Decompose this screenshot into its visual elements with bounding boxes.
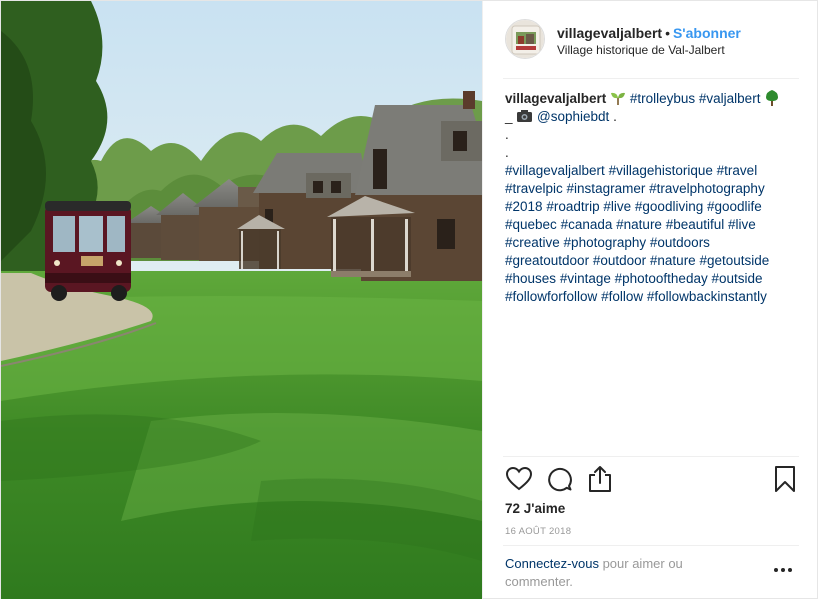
header-username[interactable]: villagevaljalbert: [557, 25, 662, 41]
hashtag[interactable]: #villagehistorique: [609, 163, 713, 178]
hashtag[interactable]: #live: [603, 199, 631, 214]
hashtag[interactable]: #photooftheday: [615, 271, 708, 286]
hashtag[interactable]: #trolleybus: [630, 91, 695, 106]
deciduous-tree-icon: [766, 90, 779, 106]
location-link[interactable]: Village historique de Val-Jalbert: [557, 43, 725, 57]
hashtag[interactable]: #live: [728, 217, 756, 232]
hashtag[interactable]: #quebec: [505, 217, 557, 232]
login-link[interactable]: Connectez-vous: [505, 556, 599, 571]
hashtag-list: #villagevaljalbert #villagehistorique #t…: [505, 163, 769, 304]
hashtag[interactable]: #canada: [561, 217, 613, 232]
hashtag[interactable]: #goodlife: [707, 199, 762, 214]
post-date: 16 AOÛT 2018: [505, 526, 572, 537]
header-separator: •: [665, 25, 670, 41]
hashtag[interactable]: #2018: [505, 199, 543, 214]
instagram-post: villagevaljalbert • S'abonner Village hist…: [0, 0, 818, 599]
hashtag[interactable]: #instagramer: [567, 181, 646, 196]
post-sidebar: villagevaljalbert • S'abonner Village hist…: [482, 1, 818, 599]
more-options-button[interactable]: [772, 563, 794, 577]
comment-icon: [548, 467, 572, 492]
hashtag[interactable]: #travel: [717, 163, 758, 178]
action-bar: [503, 463, 797, 497]
hashtag[interactable]: #houses: [505, 271, 556, 286]
hashtag[interactable]: #nature: [650, 253, 696, 268]
hashtag[interactable]: #getoutside: [699, 253, 769, 268]
post-header: villagevaljalbert • S'abonner Village hist…: [503, 15, 793, 65]
share-button[interactable]: [586, 465, 614, 493]
follow-button[interactable]: S'abonner: [673, 25, 741, 41]
avatar[interactable]: [505, 19, 545, 59]
comment-button[interactable]: [545, 465, 573, 493]
heart-icon: [505, 466, 533, 491]
hashtag[interactable]: #roadtrip: [546, 199, 599, 214]
hashtag[interactable]: #travelphotography: [649, 181, 765, 196]
actions-divider: [503, 456, 799, 457]
seedling-icon: [611, 92, 626, 105]
hashtag[interactable]: #beautiful: [666, 217, 725, 232]
hashtag[interactable]: #nature: [616, 217, 662, 232]
hashtag[interactable]: #followbackinstantly: [647, 289, 767, 304]
header-divider: [503, 78, 799, 79]
hashtag[interactable]: #goodliving: [635, 199, 703, 214]
hashtag[interactable]: #outdoors: [650, 235, 710, 250]
hashtag[interactable]: #outside: [711, 271, 762, 286]
camera-icon: [517, 110, 533, 122]
bookmark-icon: [775, 466, 795, 492]
hashtag[interactable]: #creative: [505, 235, 560, 250]
post-photo[interactable]: [1, 1, 482, 599]
header-username-row: villagevaljalbert • S'abonner: [557, 25, 741, 41]
hashtag[interactable]: #valjalbert: [699, 91, 761, 106]
hashtag[interactable]: #outdoor: [593, 253, 646, 268]
mention-link[interactable]: @sophiebdt: [537, 109, 609, 124]
hashtag[interactable]: #followforfollow: [505, 289, 597, 304]
hashtag[interactable]: #vintage: [560, 271, 611, 286]
caption-dot: .: [505, 127, 509, 142]
save-button[interactable]: [771, 465, 799, 493]
hashtag[interactable]: #travelpic: [505, 181, 563, 196]
hashtag[interactable]: #follow: [601, 289, 643, 304]
more-options-icon: [774, 568, 792, 572]
village-photo-illustration: [1, 1, 482, 599]
likes-count[interactable]: 72 J'aime: [505, 501, 565, 516]
avatar-image: [506, 20, 544, 58]
caption-suffix: .: [613, 109, 617, 124]
caption-username[interactable]: villagevaljalbert: [505, 91, 606, 106]
hashtag[interactable]: #photography: [564, 235, 647, 250]
share-icon: [589, 466, 611, 492]
hashtag[interactable]: #villagevaljalbert: [505, 163, 605, 178]
caption-dot: .: [505, 145, 509, 160]
post-caption: villagevaljalbert #trolleybus #valjalber…: [505, 90, 797, 306]
login-prompt: Connectez-vous pour aimer ou commenter.: [505, 555, 725, 591]
like-button[interactable]: [505, 465, 533, 493]
hashtag[interactable]: #greatoutdoor: [505, 253, 589, 268]
caption-prefix: _: [505, 109, 513, 124]
login-divider: [503, 545, 799, 546]
